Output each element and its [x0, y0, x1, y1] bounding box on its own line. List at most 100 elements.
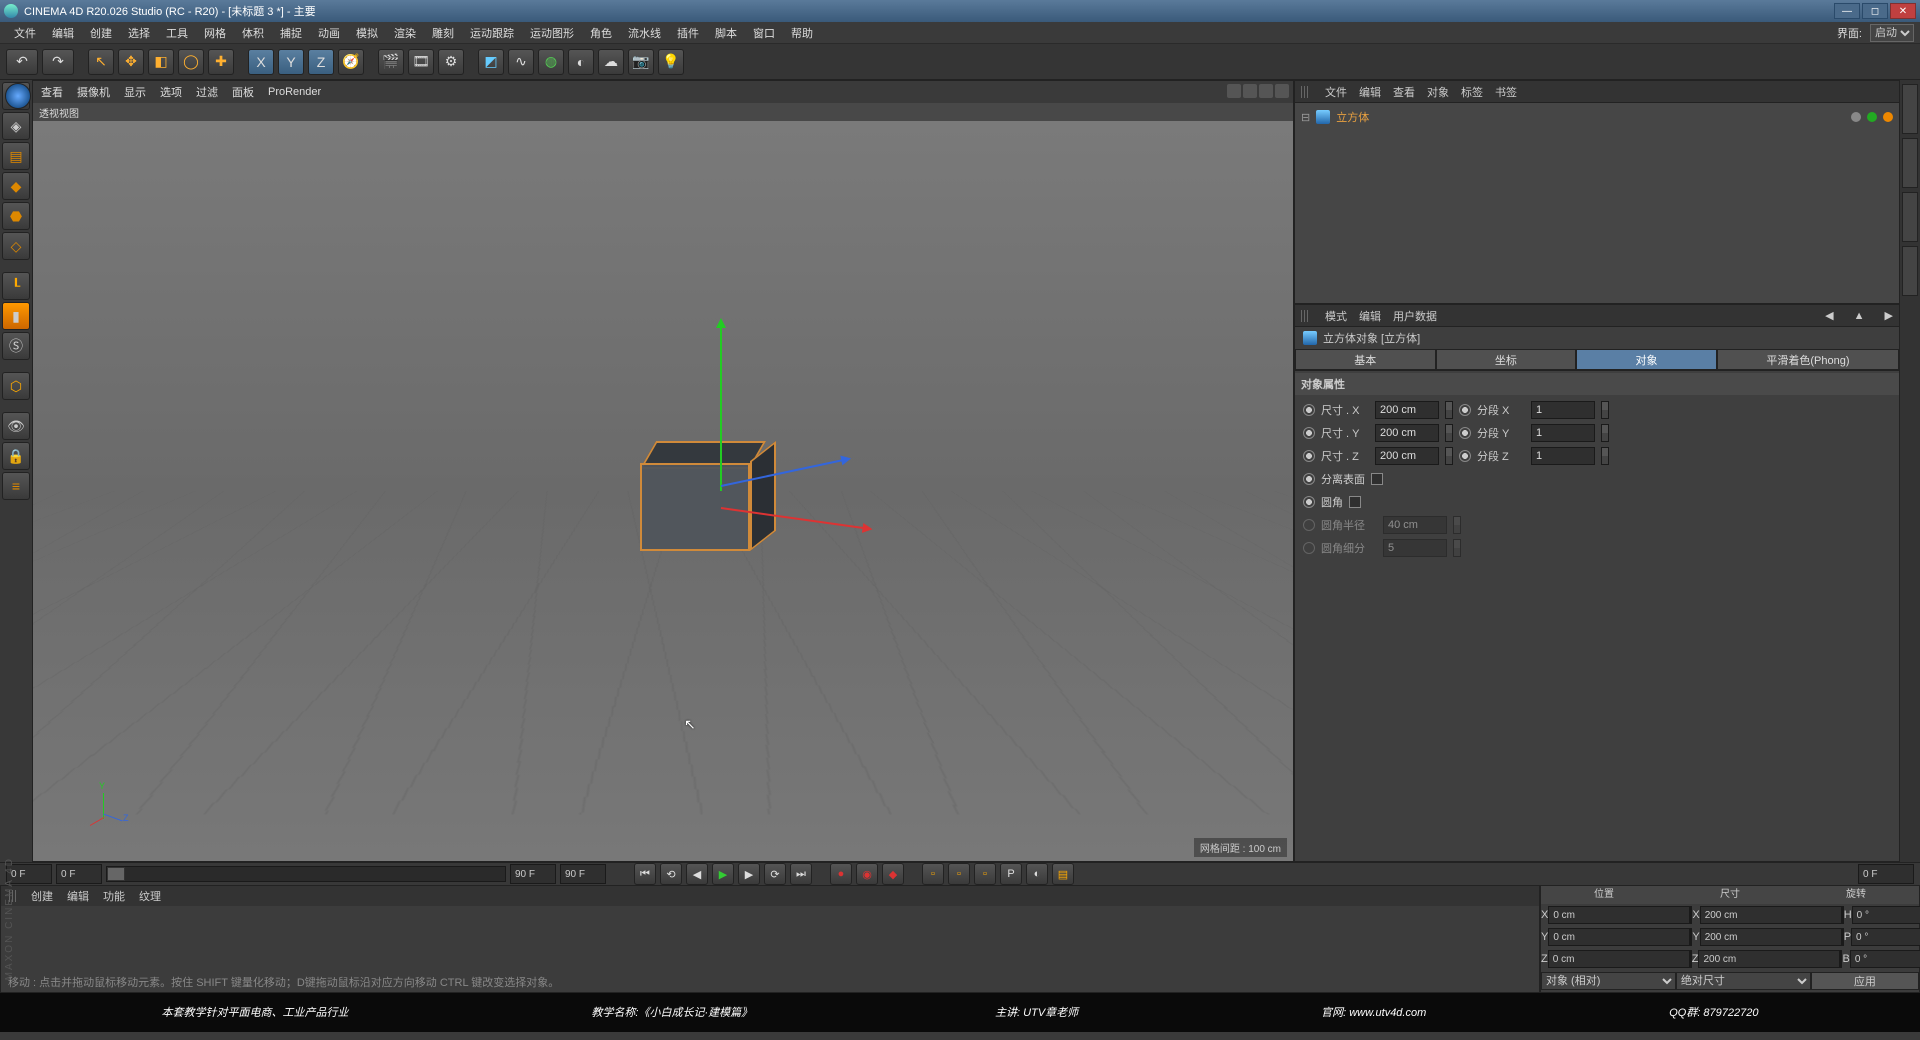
rot-input[interactable] — [1852, 906, 1920, 924]
select-tool[interactable]: ↖ — [88, 49, 114, 75]
spinner-icon[interactable] — [1601, 447, 1609, 465]
vp-nav-icon[interactable] — [1227, 84, 1241, 98]
om-tab-bookmarks[interactable]: 书签 — [1495, 84, 1517, 100]
menu-select[interactable]: 选择 — [120, 25, 158, 41]
coord-mode-select[interactable]: 对象 (相对) — [1541, 972, 1676, 990]
redo-button[interactable]: ↷ — [42, 49, 74, 75]
edge-mode-button[interactable]: ◇ — [2, 232, 30, 260]
layout-select[interactable]: 启动 — [1870, 24, 1914, 42]
viewport-canvas[interactable]: YZ ↖ 网格间距 : 100 cm — [33, 121, 1293, 861]
vp-nav-icon[interactable] — [1259, 84, 1273, 98]
spinner-icon[interactable] — [1445, 401, 1453, 419]
radio-icon[interactable] — [1459, 450, 1471, 462]
side-tab[interactable] — [1902, 192, 1918, 242]
size-mode-select[interactable]: 绝对尺寸 — [1676, 972, 1811, 990]
am-tab-userdata[interactable]: 用户数据 — [1393, 308, 1437, 324]
spline-button[interactable]: ∿ — [508, 49, 534, 75]
rot-input[interactable] — [1850, 950, 1920, 968]
om-tab-object[interactable]: 对象 — [1427, 84, 1449, 100]
move-tool[interactable]: ✥ — [118, 49, 144, 75]
key-scale-button[interactable]: ▫ — [948, 863, 970, 885]
poly-mode-button[interactable]: ▮ — [2, 302, 30, 330]
goto-start-button[interactable]: ⏮ — [634, 863, 656, 885]
magnet-button[interactable]: ⬡ — [2, 372, 30, 400]
snap-button[interactable]: Ⓢ — [2, 332, 30, 360]
vp-menu-display[interactable]: 显示 — [124, 84, 146, 100]
mm-tab-edit[interactable]: 编辑 — [67, 888, 89, 904]
menu-animate[interactable]: 动画 — [310, 25, 348, 41]
side-tab[interactable] — [1902, 246, 1918, 296]
menu-mesh[interactable]: 网格 — [196, 25, 234, 41]
mm-tab-texture[interactable]: 纹理 — [139, 888, 161, 904]
radio-icon[interactable] — [1303, 450, 1315, 462]
spinner-icon[interactable] — [1445, 447, 1453, 465]
menu-render[interactable]: 渲染 — [386, 25, 424, 41]
radio-icon[interactable] — [1303, 404, 1315, 416]
frame-total-input[interactable] — [560, 864, 606, 884]
environment-button[interactable]: ☁ — [598, 49, 624, 75]
vp-menu-filter[interactable]: 过滤 — [196, 84, 218, 100]
checkbox-fillet[interactable] — [1349, 496, 1361, 508]
grip-icon[interactable] — [1301, 310, 1309, 322]
tab-basic[interactable]: 基本 — [1295, 349, 1436, 370]
vp-menu-camera[interactable]: 摄像机 — [77, 84, 110, 100]
expand-icon[interactable]: ⊟ — [1301, 111, 1310, 124]
om-tab-edit[interactable]: 编辑 — [1359, 84, 1381, 100]
next-key-button[interactable]: ⟳ — [764, 863, 786, 885]
primitive-cube-button[interactable]: ◩ — [478, 49, 504, 75]
next-frame-button[interactable]: ▶ — [738, 863, 760, 885]
menu-sculpt[interactable]: 雕刻 — [424, 25, 462, 41]
radio-icon[interactable] — [1459, 427, 1471, 439]
radio-icon[interactable] — [1303, 473, 1315, 485]
key-param-button[interactable]: P — [1000, 863, 1022, 885]
undo-button[interactable]: ↶ — [6, 49, 38, 75]
grip-icon[interactable] — [1301, 86, 1309, 98]
deformer-button[interactable]: ◐ — [568, 49, 594, 75]
lock-button[interactable]: 🔒 — [2, 442, 30, 470]
size-input[interactable] — [1700, 928, 1842, 946]
menu-plugins[interactable]: 插件 — [669, 25, 707, 41]
mm-tab-create[interactable]: 创建 — [31, 888, 53, 904]
menu-snap[interactable]: 捕捉 — [272, 25, 310, 41]
close-button[interactable]: ✕ — [1890, 3, 1916, 19]
side-tab[interactable] — [1902, 138, 1918, 188]
workplane-button[interactable]: ◆ — [2, 172, 30, 200]
radio-icon[interactable] — [1459, 404, 1471, 416]
om-tab-file[interactable]: 文件 — [1325, 84, 1347, 100]
rotate-tool[interactable]: ◯ — [178, 49, 204, 75]
tab-phong[interactable]: 平滑着色(Phong) — [1717, 349, 1899, 370]
object-row-cube[interactable]: ⊟ 立方体 — [1301, 107, 1893, 127]
vp-menu-options[interactable]: 选项 — [160, 84, 182, 100]
minimize-button[interactable]: — — [1834, 3, 1860, 19]
key-pos-button[interactable]: ▫ — [922, 863, 944, 885]
key-pla-button[interactable]: ◐ — [1026, 863, 1048, 885]
side-tab[interactable] — [1902, 84, 1918, 134]
autokey-button[interactable]: ◉ — [856, 863, 878, 885]
spinner-icon[interactable] — [1601, 424, 1609, 442]
vp-menu-panel[interactable]: 面板 — [232, 84, 254, 100]
tab-object[interactable]: 对象 — [1576, 349, 1717, 370]
menu-character[interactable]: 角色 — [582, 25, 620, 41]
viewport-solo-button[interactable]: 👁 — [2, 412, 30, 440]
range-slider[interactable] — [106, 866, 506, 882]
prev-key-button[interactable]: ⟲ — [660, 863, 682, 885]
input-sizex[interactable] — [1375, 401, 1439, 419]
phong-tag-icon[interactable] — [1883, 112, 1893, 122]
misc-button[interactable]: ≡ — [2, 472, 30, 500]
size-input[interactable] — [1700, 906, 1842, 924]
prev-frame-button[interactable]: ◀ — [686, 863, 708, 885]
goto-end-button[interactable]: ⏭ — [790, 863, 812, 885]
spinner-icon[interactable] — [1601, 401, 1609, 419]
generator-button[interactable]: ◍ — [538, 49, 564, 75]
menu-window[interactable]: 窗口 — [745, 25, 783, 41]
input-segy[interactable] — [1531, 424, 1595, 442]
axis-y-toggle[interactable]: Y — [278, 49, 304, 75]
menu-mograph[interactable]: 运动图形 — [522, 25, 582, 41]
menu-volume[interactable]: 体积 — [234, 25, 272, 41]
layer-dot-icon[interactable] — [1851, 112, 1861, 122]
record-button[interactable]: ● — [830, 863, 852, 885]
render-settings-button[interactable]: ⚙ — [438, 49, 464, 75]
maximize-button[interactable]: ◻ — [1862, 3, 1888, 19]
pos-input[interactable] — [1548, 906, 1690, 924]
key-rot-button[interactable]: ▫ — [974, 863, 996, 885]
